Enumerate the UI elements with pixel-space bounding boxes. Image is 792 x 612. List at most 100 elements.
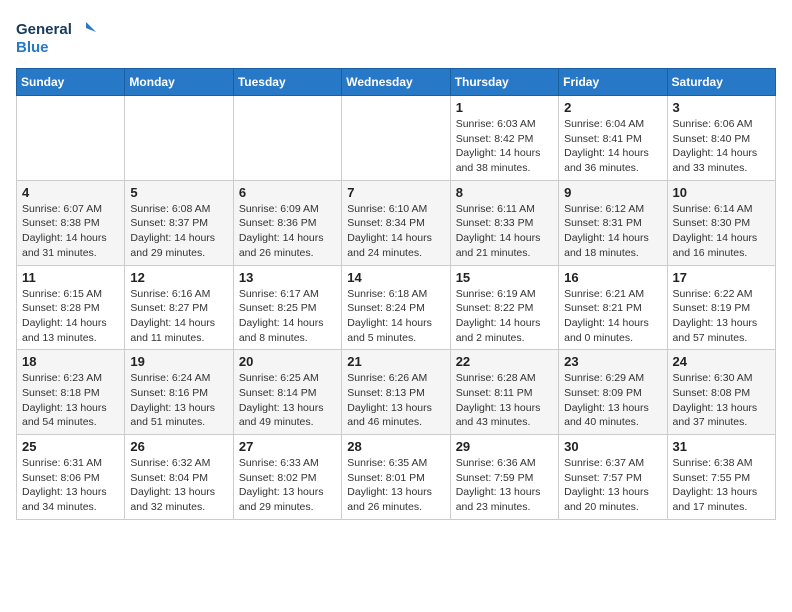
calendar-cell: 30 Sunrise: 6:37 AMSunset: 7:57 PMDayligh…: [559, 435, 667, 520]
calendar-cell: 1 Sunrise: 6:03 AMSunset: 8:42 PMDaylight…: [450, 96, 558, 181]
day-number: 16: [564, 270, 661, 285]
day-number: 9: [564, 185, 661, 200]
calendar-body: 1 Sunrise: 6:03 AMSunset: 8:42 PMDaylight…: [17, 96, 776, 520]
day-number: 27: [239, 439, 336, 454]
calendar-cell: 9 Sunrise: 6:12 AMSunset: 8:31 PMDaylight…: [559, 180, 667, 265]
page-header: General Blue: [16, 16, 776, 60]
weekday-header-saturday: Saturday: [667, 69, 775, 96]
calendar-week-1: 1 Sunrise: 6:03 AMSunset: 8:42 PMDaylight…: [17, 96, 776, 181]
day-number: 5: [130, 185, 227, 200]
day-info: Sunrise: 6:04 AMSunset: 8:41 PMDaylight:…: [564, 117, 661, 176]
calendar-cell: [125, 96, 233, 181]
calendar-week-5: 25 Sunrise: 6:31 AMSunset: 8:06 PMDayligh…: [17, 435, 776, 520]
logo: General Blue: [16, 16, 96, 60]
day-info: Sunrise: 6:12 AMSunset: 8:31 PMDaylight:…: [564, 202, 661, 261]
calendar-cell: 25 Sunrise: 6:31 AMSunset: 8:06 PMDayligh…: [17, 435, 125, 520]
calendar-cell: 21Sunrise: 6:26 AMSunset: 8:13 PMDayligh…: [342, 350, 450, 435]
day-number: 17: [673, 270, 770, 285]
calendar-cell: 8 Sunrise: 6:11 AMSunset: 8:33 PMDaylight…: [450, 180, 558, 265]
calendar-cell: 11 Sunrise: 6:15 AMSunset: 8:28 PMDayligh…: [17, 265, 125, 350]
calendar-cell: 19 Sunrise: 6:24 AMSunset: 8:16 PMDayligh…: [125, 350, 233, 435]
calendar-cell: 28Sunrise: 6:35 AMSunset: 8:01 PMDayligh…: [342, 435, 450, 520]
calendar-cell: 4Sunrise: 6:07 AMSunset: 8:38 PMDaylight…: [17, 180, 125, 265]
day-number: 15: [456, 270, 553, 285]
calendar-cell: [342, 96, 450, 181]
day-number: 2: [564, 100, 661, 115]
weekday-header-tuesday: Tuesday: [233, 69, 341, 96]
day-number: 4: [22, 185, 119, 200]
day-info: Sunrise: 6:31 AMSunset: 8:06 PMDaylight:…: [22, 456, 119, 515]
calendar-cell: 14 Sunrise: 6:18 AMSunset: 8:24 PMDayligh…: [342, 265, 450, 350]
day-info: Sunrise: 6:32 AMSunset: 8:04 PMDaylight:…: [130, 456, 227, 515]
calendar-cell: 16 Sunrise: 6:21 AMSunset: 8:21 PMDayligh…: [559, 265, 667, 350]
day-info: Sunrise: 6:15 AMSunset: 8:28 PMDaylight:…: [22, 287, 119, 346]
day-number: 21: [347, 354, 444, 369]
day-info: Sunrise: 6:24 AMSunset: 8:16 PMDaylight:…: [130, 371, 227, 430]
logo-svg: General Blue: [16, 16, 96, 60]
calendar-cell: 22Sunrise: 6:28 AMSunset: 8:11 PMDayligh…: [450, 350, 558, 435]
day-info: Sunrise: 6:22 AMSunset: 8:19 PMDaylight:…: [673, 287, 770, 346]
calendar-cell: 7 Sunrise: 6:10 AMSunset: 8:34 PMDaylight…: [342, 180, 450, 265]
day-info: Sunrise: 6:38 AMSunset: 7:55 PMDaylight:…: [673, 456, 770, 515]
day-info: Sunrise: 6:36 AMSunset: 7:59 PMDaylight:…: [456, 456, 553, 515]
calendar-cell: 26 Sunrise: 6:32 AMSunset: 8:04 PMDayligh…: [125, 435, 233, 520]
calendar-cell: 5 Sunrise: 6:08 AMSunset: 8:37 PMDaylight…: [125, 180, 233, 265]
calendar-cell: 15Sunrise: 6:19 AMSunset: 8:22 PMDayligh…: [450, 265, 558, 350]
day-info: Sunrise: 6:35 AMSunset: 8:01 PMDaylight:…: [347, 456, 444, 515]
calendar-cell: 2 Sunrise: 6:04 AMSunset: 8:41 PMDaylight…: [559, 96, 667, 181]
calendar-cell: 10Sunrise: 6:14 AMSunset: 8:30 PMDayligh…: [667, 180, 775, 265]
day-number: 30: [564, 439, 661, 454]
day-info: Sunrise: 6:30 AMSunset: 8:08 PMDaylight:…: [673, 371, 770, 430]
day-number: 20: [239, 354, 336, 369]
day-info: Sunrise: 6:08 AMSunset: 8:37 PMDaylight:…: [130, 202, 227, 261]
calendar-cell: [233, 96, 341, 181]
calendar-cell: 23 Sunrise: 6:29 AMSunset: 8:09 PMDayligh…: [559, 350, 667, 435]
day-number: 19: [130, 354, 227, 369]
calendar-week-3: 11 Sunrise: 6:15 AMSunset: 8:28 PMDayligh…: [17, 265, 776, 350]
svg-text:General: General: [16, 21, 72, 38]
calendar-cell: 12Sunrise: 6:16 AMSunset: 8:27 PMDayligh…: [125, 265, 233, 350]
day-info: Sunrise: 6:06 AMSunset: 8:40 PMDaylight:…: [673, 117, 770, 176]
weekday-header-sunday: Sunday: [17, 69, 125, 96]
calendar-cell: 6Sunrise: 6:09 AMSunset: 8:36 PMDaylight…: [233, 180, 341, 265]
day-number: 8: [456, 185, 553, 200]
svg-text:Blue: Blue: [16, 39, 49, 56]
day-info: Sunrise: 6:03 AMSunset: 8:42 PMDaylight:…: [456, 117, 553, 176]
calendar-header-row: SundayMondayTuesdayWednesdayThursdayFrid…: [17, 69, 776, 96]
calendar-cell: 31Sunrise: 6:38 AMSunset: 7:55 PMDayligh…: [667, 435, 775, 520]
day-info: Sunrise: 6:16 AMSunset: 8:27 PMDaylight:…: [130, 287, 227, 346]
weekday-header-thursday: Thursday: [450, 69, 558, 96]
weekday-header-wednesday: Wednesday: [342, 69, 450, 96]
day-info: Sunrise: 6:28 AMSunset: 8:11 PMDaylight:…: [456, 371, 553, 430]
day-info: Sunrise: 6:18 AMSunset: 8:24 PMDaylight:…: [347, 287, 444, 346]
day-info: Sunrise: 6:29 AMSunset: 8:09 PMDaylight:…: [564, 371, 661, 430]
weekday-header-friday: Friday: [559, 69, 667, 96]
day-info: Sunrise: 6:10 AMSunset: 8:34 PMDaylight:…: [347, 202, 444, 261]
day-number: 25: [22, 439, 119, 454]
day-info: Sunrise: 6:11 AMSunset: 8:33 PMDaylight:…: [456, 202, 553, 261]
day-info: Sunrise: 6:17 AMSunset: 8:25 PMDaylight:…: [239, 287, 336, 346]
day-info: Sunrise: 6:37 AMSunset: 7:57 PMDaylight:…: [564, 456, 661, 515]
calendar-table: SundayMondayTuesdayWednesdayThursdayFrid…: [16, 68, 776, 520]
calendar-cell: 18 Sunrise: 6:23 AMSunset: 8:18 PMDayligh…: [17, 350, 125, 435]
day-number: 26: [130, 439, 227, 454]
day-number: 10: [673, 185, 770, 200]
day-info: Sunrise: 6:33 AMSunset: 8:02 PMDaylight:…: [239, 456, 336, 515]
calendar-cell: 17 Sunrise: 6:22 AMSunset: 8:19 PMDayligh…: [667, 265, 775, 350]
day-number: 18: [22, 354, 119, 369]
day-number: 1: [456, 100, 553, 115]
weekday-header-monday: Monday: [125, 69, 233, 96]
day-number: 3: [673, 100, 770, 115]
day-number: 7: [347, 185, 444, 200]
calendar-cell: 24Sunrise: 6:30 AMSunset: 8:08 PMDayligh…: [667, 350, 775, 435]
day-number: 11: [22, 270, 119, 285]
day-info: Sunrise: 6:21 AMSunset: 8:21 PMDaylight:…: [564, 287, 661, 346]
day-number: 23: [564, 354, 661, 369]
calendar-cell: 3 Sunrise: 6:06 AMSunset: 8:40 PMDaylight…: [667, 96, 775, 181]
day-info: Sunrise: 6:25 AMSunset: 8:14 PMDaylight:…: [239, 371, 336, 430]
calendar-cell: 27 Sunrise: 6:33 AMSunset: 8:02 PMDayligh…: [233, 435, 341, 520]
day-number: 6: [239, 185, 336, 200]
day-info: Sunrise: 6:23 AMSunset: 8:18 PMDaylight:…: [22, 371, 119, 430]
calendar-cell: 29Sunrise: 6:36 AMSunset: 7:59 PMDayligh…: [450, 435, 558, 520]
day-number: 14: [347, 270, 444, 285]
